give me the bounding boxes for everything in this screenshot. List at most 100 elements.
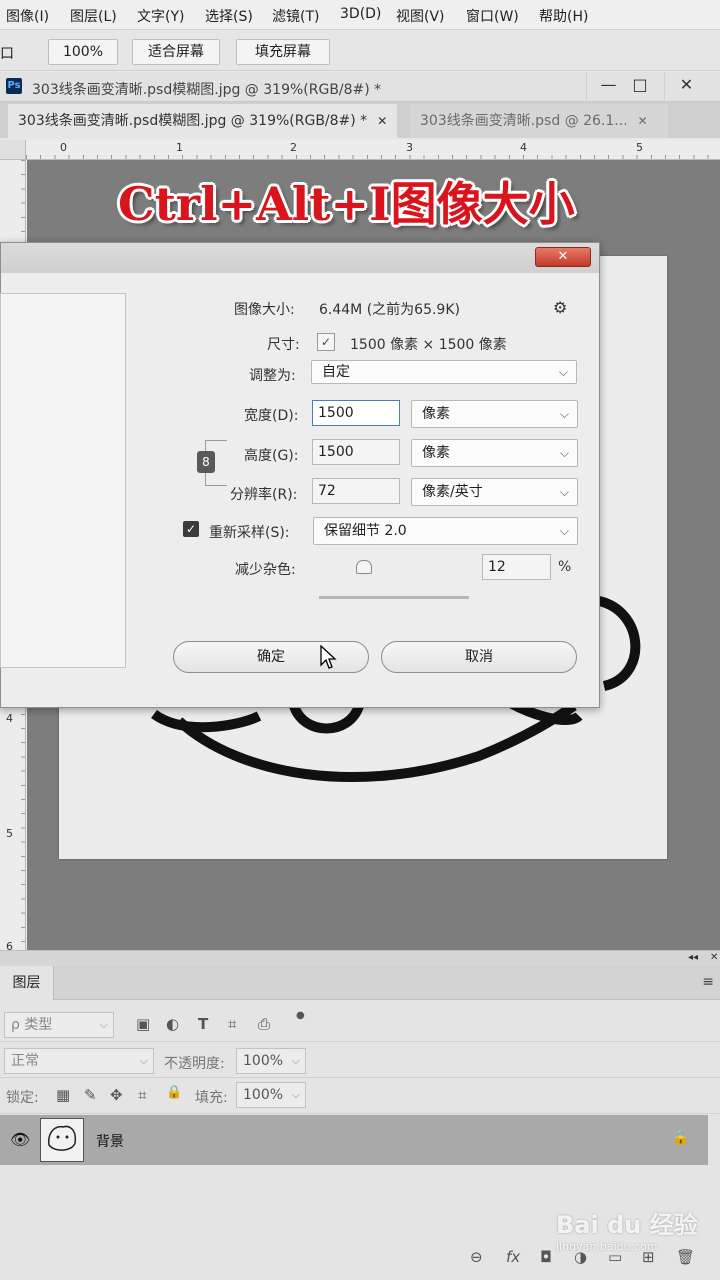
horizontal-ruler: 0 1 2 3 4 5	[26, 140, 720, 160]
image-size-dialog: ✕ 图像大小: 6.44M (之前为65.9K) ⚙ 尺寸: ✓ 1500 像素…	[0, 242, 600, 708]
panel-menu-icon[interactable]: ≡	[702, 974, 714, 990]
layer-thumbnail-drawing	[48, 1125, 77, 1151]
blend-row: 正常 ⌵ 不透明度: 100% ⌵	[0, 1042, 720, 1078]
resample-label: 重新采样(S):	[209, 525, 290, 541]
layer-style-fx-icon[interactable]: fx	[506, 1248, 520, 1266]
filter-toggle-icon[interactable]: ●	[296, 1010, 305, 1021]
shape-filter-icon[interactable]: ⌗	[228, 1015, 236, 1033]
filter-kind-value: ρ 类型	[11, 1017, 53, 1033]
menu-filter[interactable]: 滤镜(T)	[272, 6, 319, 26]
close-panel-icon[interactable]: ✕	[710, 952, 718, 963]
ruler-number: 4	[520, 141, 527, 154]
eye-icon[interactable]: 👁	[10, 1130, 30, 1149]
dimensions-toggle-icon[interactable]: ✓	[317, 333, 335, 351]
constrain-proportions-link-icon[interactable]: 8	[197, 451, 215, 473]
reduce-noise-input[interactable]: 12	[482, 554, 551, 580]
pixel-filter-icon[interactable]: ▣	[136, 1015, 150, 1033]
baidu-watermark: Bai du 经验	[556, 1211, 698, 1239]
menu-3d[interactable]: 3D(D)	[340, 6, 381, 22]
ruler-number: 2	[290, 141, 297, 154]
width-input[interactable]: 1500	[312, 400, 400, 426]
tab-blurred-image[interactable]: 303线条画变清晰.psd模糊图.jpg @ 319%(RGB/8#) * ✕	[8, 104, 398, 138]
delete-layer-icon[interactable]: 🗑	[676, 1248, 695, 1266]
width-label: 宽度(D):	[244, 408, 299, 424]
link-layers-icon[interactable]: ⊖	[470, 1248, 483, 1266]
smart-object-filter-icon[interactable]: ⎙	[258, 1015, 270, 1033]
overlay-title: Ctrl+Alt+I图像大小	[118, 177, 575, 231]
menu-bar: 图像(I) 图层(L) 文字(Y) 选择(S) 滤镜(T) 3D(D) 视图(V…	[0, 0, 720, 30]
blend-mode-select[interactable]: 正常 ⌵	[4, 1048, 154, 1074]
opacity-input[interactable]: 100% ⌵	[236, 1048, 306, 1074]
dialog-close-button[interactable]: ✕	[535, 247, 591, 267]
menu-select[interactable]: 选择(S)	[205, 6, 253, 26]
ruler-number: 5	[636, 141, 643, 154]
tab-layers[interactable]: 图层	[0, 966, 54, 1000]
reduce-noise-label: 减少杂色:	[235, 562, 296, 578]
resolution-unit-select[interactable]: 像素/英寸 ⌵	[411, 478, 578, 506]
lock-row: 锁定: ▦ ✎ ✥ ⌗ 🔒 填充: 100% ⌵	[0, 1078, 720, 1114]
height-unit-value: 像素	[422, 445, 450, 461]
ruler-number: 1	[176, 141, 183, 154]
layer-name: 背景	[96, 1134, 124, 1150]
photoshop-icon: Ps	[6, 78, 22, 94]
ruler-number: 5	[6, 827, 13, 840]
maximize-button[interactable]: □	[618, 72, 662, 100]
tab-close-icon[interactable]: ✕	[638, 114, 648, 128]
tab-label: 303线条画变清晰.psd @ 26.1...	[420, 113, 628, 129]
slider-thumb[interactable]	[356, 560, 372, 574]
menu-layer[interactable]: 图层(L)	[70, 6, 117, 26]
mouse-cursor-icon	[320, 645, 337, 669]
ruler-number: 4	[6, 712, 13, 725]
collapse-panels-icon[interactable]: ◂◂	[688, 952, 698, 963]
lock-artboard-icon[interactable]: ⌗	[138, 1086, 146, 1104]
opacity-value: 100%	[243, 1053, 284, 1069]
tab-close-icon[interactable]: ✕	[377, 114, 387, 128]
menu-view[interactable]: 视图(V)	[396, 6, 445, 26]
tab-label: 303线条画变清晰.psd模糊图.jpg @ 319%(RGB/8#) *	[18, 113, 368, 129]
layer-thumbnail	[40, 1118, 84, 1162]
fit-to-value: 自定	[322, 364, 350, 380]
chevron-down-icon: ⌵	[139, 1054, 148, 1067]
lock-all-icon[interactable]: 🔒	[166, 1085, 182, 1100]
width-unit-select[interactable]: 像素 ⌵	[411, 400, 578, 428]
height-unit-select[interactable]: 像素 ⌵	[411, 439, 578, 467]
close-window-button[interactable]: ✕	[664, 72, 708, 100]
add-mask-icon[interactable]: ◘	[540, 1248, 552, 1266]
cancel-button[interactable]: 取消	[381, 641, 577, 673]
lock-position-icon[interactable]: ✥	[110, 1086, 123, 1104]
fit-to-label: 调整为:	[249, 368, 296, 384]
fit-to-select[interactable]: 自定 ⌵	[311, 360, 577, 384]
image-size-label: 图像大小:	[234, 302, 295, 318]
baidu-watermark-url: jingyan.baidu.com	[556, 1240, 658, 1253]
ok-button[interactable]: 确定	[173, 641, 369, 673]
menu-window[interactable]: 窗口(W)	[466, 6, 519, 26]
dialog-titlebar[interactable]: ✕	[1, 243, 599, 273]
type-filter-icon[interactable]: T	[198, 1015, 208, 1033]
menu-image[interactable]: 图像(I)	[6, 6, 49, 26]
fill-input[interactable]: 100% ⌵	[236, 1082, 306, 1108]
blend-mode-value: 正常	[11, 1053, 39, 1069]
settings-gear-icon[interactable]: ⚙	[553, 298, 567, 317]
reduce-noise-slider[interactable]	[319, 596, 469, 599]
fill-screen-button[interactable]: 填充屏幕	[236, 39, 330, 65]
zoom-100-button[interactable]: 100%	[48, 39, 118, 65]
lock-transparent-pixels-icon[interactable]: ▦	[56, 1086, 70, 1104]
dialog-body: 图像大小: 6.44M (之前为65.9K) ⚙ 尺寸: ✓ 1500 像素 ×…	[0, 273, 591, 699]
resample-checkbox[interactable]: ✓	[183, 521, 199, 537]
resample-method-select[interactable]: 保留细节 2.0 ⌵	[313, 517, 578, 545]
menu-help[interactable]: 帮助(H)	[539, 6, 588, 26]
adjustment-filter-icon[interactable]: ◐	[166, 1015, 179, 1033]
lock-image-pixels-icon[interactable]: ✎	[84, 1086, 97, 1104]
chevron-down-icon: ⌵	[559, 485, 569, 499]
layer-row-background[interactable]: 👁 背景 🔒	[0, 1115, 708, 1165]
menu-type[interactable]: 文字(Y)	[137, 6, 184, 26]
chevron-down-icon: ⌵	[559, 524, 569, 538]
tab-psd[interactable]: 303线条画变清晰.psd @ 26.1... ✕	[410, 104, 668, 138]
height-input[interactable]: 1500	[312, 439, 400, 465]
resolution-input[interactable]: 72	[312, 478, 400, 504]
reduce-noise-unit: %	[558, 559, 572, 575]
fill-label: 填充:	[195, 1090, 228, 1106]
fit-screen-button[interactable]: 适合屏幕	[132, 39, 220, 65]
image-preview[interactable]	[0, 293, 126, 668]
filter-kind-select[interactable]: ρ 类型 ⌵	[4, 1012, 114, 1038]
